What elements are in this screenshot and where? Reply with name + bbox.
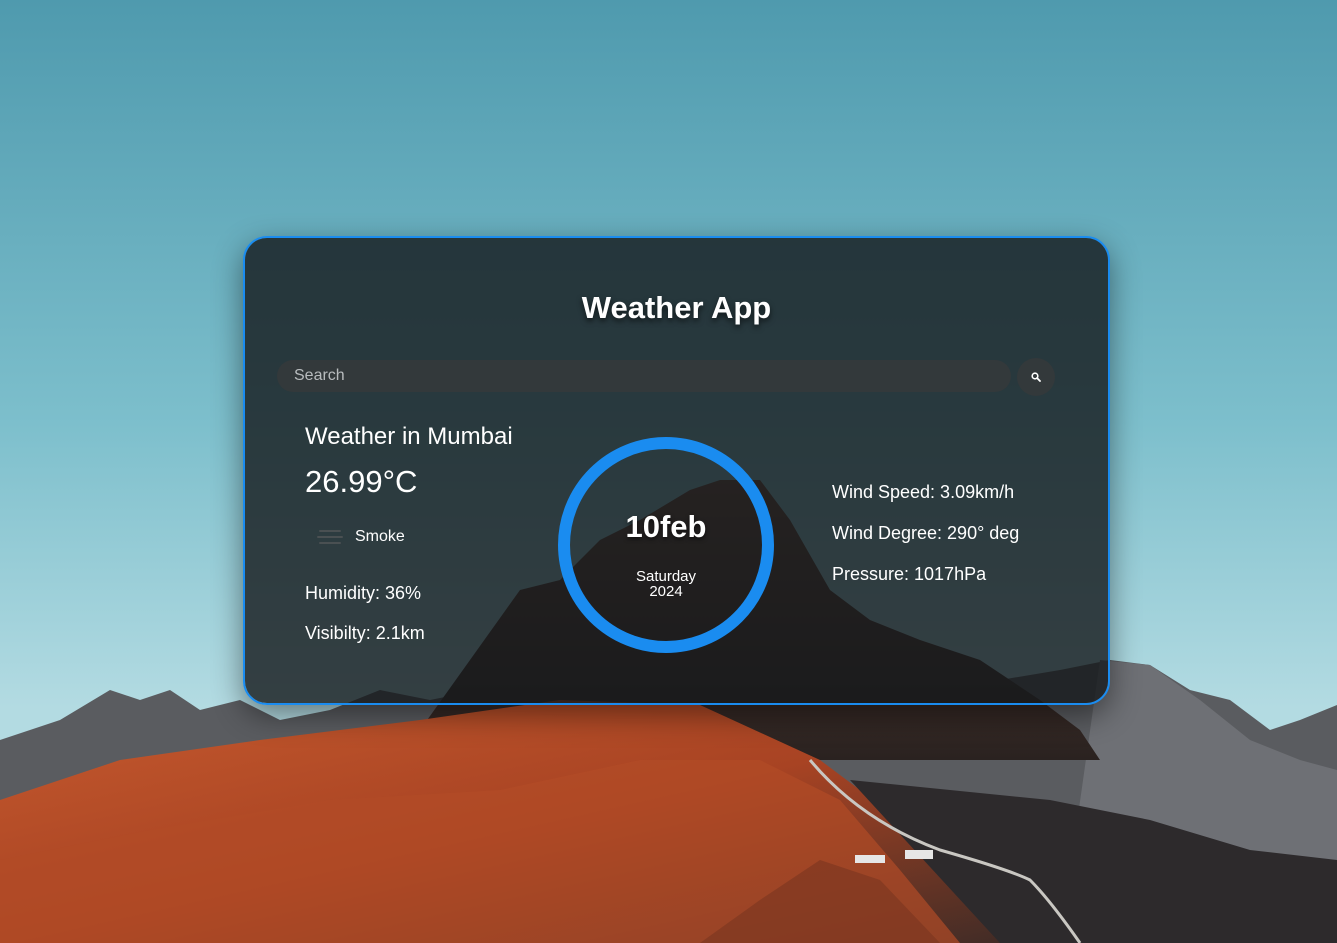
weather-condition: Smoke (315, 526, 405, 548)
search-input[interactable] (277, 360, 1011, 392)
search-button[interactable] (1017, 358, 1055, 396)
wind-degree: Wind Degree: 290° deg (832, 523, 1020, 543)
date-year: 2024 (649, 583, 683, 600)
humidity-value: Humidity: 36% (305, 583, 422, 603)
page-title: Weather App (581, 290, 772, 325)
pressure: Pressure: 1017hPa (832, 564, 987, 584)
weather-card: Weather App Weather in Mumbai 26.99°C Sm… (243, 236, 1110, 705)
wind-speed: Wind Speed: 3.09km/h (832, 482, 1015, 502)
date-ring: 10feb Saturday 2024 (558, 437, 774, 653)
smoke-icon (315, 526, 345, 548)
temperature: 26.99°C (305, 464, 418, 499)
date-day-month: 10feb (625, 509, 707, 544)
condition-label: Smoke (355, 528, 405, 545)
city-heading: Weather in Mumbai (305, 423, 513, 450)
visibility-value: Visibilty: 2.1km (305, 623, 425, 643)
date-weekday: Saturday (635, 568, 697, 585)
search-icon (1031, 370, 1041, 385)
